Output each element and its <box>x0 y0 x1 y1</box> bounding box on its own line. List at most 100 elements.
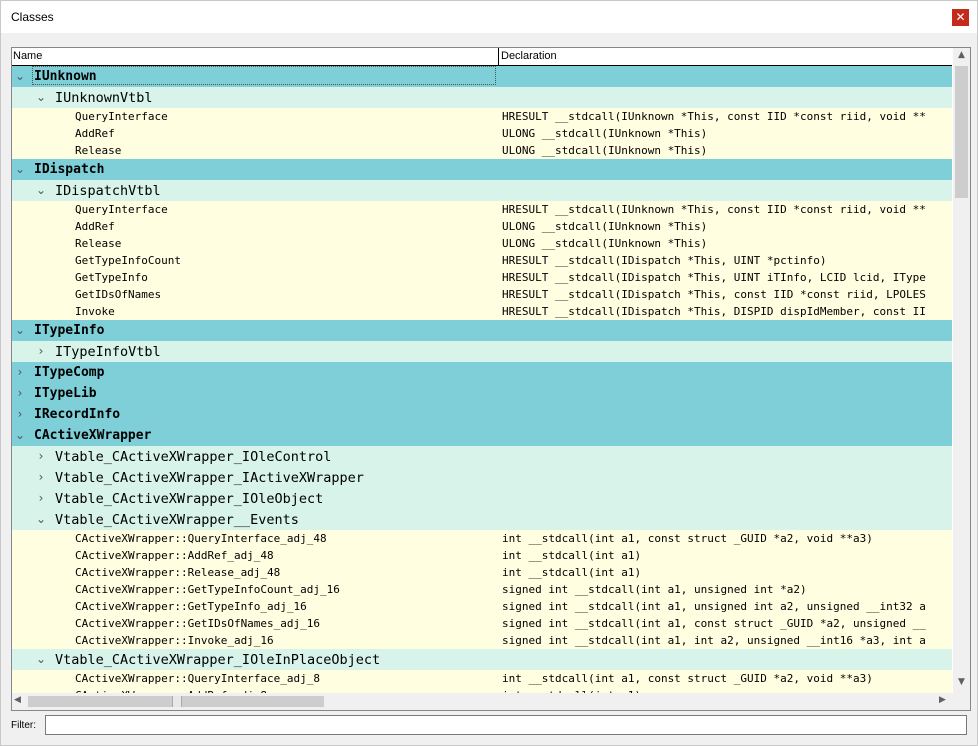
vtable-row[interactable]: ⌄ Vtable_CActiveXWrapper_IOleInPlaceObjec… <box>12 649 952 670</box>
chevron-down-icon[interactable]: ⌄ <box>35 90 47 104</box>
classes-tree[interactable]: Name Declaration ⌄ IUnknown ⌄ IUnknownVtbl Q… <box>11 47 971 711</box>
column-header-declaration[interactable]: Declaration <box>501 50 557 62</box>
row-name: Vtable_CActiveXWrapper_IActiveXWrapper <box>55 470 364 486</box>
vtable-row[interactable]: ⌄ Vtable_CActiveXWrapper__Events <box>12 509 952 530</box>
member-row[interactable]: CActiveXWrapper::AddRef_adj_48 int __stdc… <box>12 547 952 564</box>
vertical-scroll-thumb[interactable] <box>955 66 968 198</box>
chevron-down-icon[interactable]: ⌄ <box>14 69 26 83</box>
vtable-row[interactable]: › Vtable_CActiveXWrapper_IOleObject <box>12 488 952 509</box>
member-row[interactable]: CActiveXWrapper::GetTypeInfoCount_adj_16… <box>12 581 952 598</box>
class-row[interactable]: › IRecordInfo <box>12 404 952 425</box>
chevron-right-icon[interactable]: › <box>14 365 26 379</box>
member-row[interactable]: Release ULONG __stdcall(IUnknown *This) <box>12 142 952 159</box>
chevron-right-icon[interactable]: › <box>14 386 26 400</box>
row-name: CActiveXWrapper::GetTypeInfo_adj_16 <box>75 600 307 613</box>
row-name: CActiveXWrapper::QueryInterface_adj_48 <box>75 532 327 545</box>
chevron-right-icon[interactable]: › <box>35 344 47 358</box>
row-name: QueryInterface <box>75 203 168 216</box>
chevron-right-icon[interactable]: › <box>35 449 47 463</box>
scroll-right-icon[interactable]: ▶ <box>939 695 951 708</box>
horizontal-scrollbar[interactable]: ◀ ▶ <box>12 693 953 710</box>
row-name: GetTypeInfoCount <box>75 254 181 267</box>
row-name: IDispatchVtbl <box>55 183 161 199</box>
focus-outline <box>32 66 496 85</box>
row-name: CActiveXWrapper::GetIDsOfNames_adj_16 <box>75 617 321 630</box>
row-name: CActiveXWrapper::Invoke_adj_16 <box>75 634 274 647</box>
row-name: AddRef <box>75 220 115 233</box>
row-name: CActiveXWrapper::QueryInterface_adj_8 <box>75 672 321 685</box>
row-name: Release <box>75 144 122 157</box>
row-declaration: HRESULT __stdcall(IUnknown *This, const … <box>502 110 926 123</box>
row-declaration: HRESULT __stdcall(IDispatch *This, DISPI… <box>502 305 926 318</box>
chevron-down-icon[interactable]: ⌄ <box>35 183 47 197</box>
column-header: Name Declaration <box>12 48 952 66</box>
filter-input[interactable] <box>45 715 967 735</box>
chevron-down-icon[interactable]: ⌄ <box>14 323 26 337</box>
row-name: QueryInterface <box>75 110 168 123</box>
member-row[interactable]: GetTypeInfoCount HRESULT __stdcall(IDispa… <box>12 252 952 269</box>
row-name: CActiveXWrapper::AddRef_adj_48 <box>75 549 274 562</box>
member-row[interactable]: GetTypeInfo HRESULT __stdcall(IDispatch *… <box>12 269 952 286</box>
row-name: ITypeInfo <box>34 323 105 338</box>
tree-rows: ⌄ IUnknown ⌄ IUnknownVtbl QueryInterface HRES… <box>12 66 952 704</box>
member-row[interactable]: AddRef ULONG __stdcall(IUnknown *This) <box>12 125 952 142</box>
vtable-row[interactable]: ⌄ IUnknownVtbl <box>12 87 952 108</box>
chevron-down-icon[interactable]: ⌄ <box>35 512 47 526</box>
row-declaration: ULONG __stdcall(IUnknown *This) <box>502 220 708 233</box>
member-row[interactable]: CActiveXWrapper::QueryInterface_adj_8 int… <box>12 670 952 687</box>
vertical-scrollbar[interactable]: ▲ ▼ <box>953 48 970 693</box>
member-row[interactable]: Release ULONG __stdcall(IUnknown *This) <box>12 235 952 252</box>
scroll-up-icon[interactable]: ▲ <box>953 50 970 64</box>
vtable-row[interactable]: › Vtable_CActiveXWrapper_IOleControl <box>12 446 952 467</box>
vtable-row[interactable]: › ITypeInfoVtbl <box>12 341 952 362</box>
column-header-name[interactable]: Name <box>13 50 42 62</box>
row-declaration: HRESULT __stdcall(IDispatch *This, const… <box>502 288 926 301</box>
row-declaration: int __stdcall(int a1) <box>502 566 642 579</box>
row-name: ITypeLib <box>34 386 97 401</box>
vtable-row[interactable]: ⌄ IDispatchVtbl <box>12 180 952 201</box>
row-name: IRecordInfo <box>34 407 121 422</box>
row-name: IDispatch <box>34 162 105 177</box>
chevron-down-icon[interactable]: ⌄ <box>14 428 26 442</box>
filter-label: Filter: <box>11 720 36 731</box>
chevron-right-icon[interactable]: › <box>35 470 47 484</box>
scroll-down-icon[interactable]: ▼ <box>953 677 970 691</box>
vtable-row[interactable]: › Vtable_CActiveXWrapper_IActiveXWrapper <box>12 467 952 488</box>
chevron-down-icon[interactable]: ⌄ <box>14 162 26 176</box>
row-declaration: HRESULT __stdcall(IUnknown *This, const … <box>502 203 926 216</box>
member-row[interactable]: CActiveXWrapper::QueryInterface_adj_48 in… <box>12 530 952 547</box>
member-row[interactable]: CActiveXWrapper::GetTypeInfo_adj_16 signe… <box>12 598 952 615</box>
class-row[interactable]: ⌄ CActiveXWrapper <box>12 425 952 446</box>
class-row[interactable]: ⌄ ITypeInfo <box>12 320 952 341</box>
row-name: CActiveXWrapper::GetTypeInfoCount_adj_16 <box>75 583 340 596</box>
member-row[interactable]: AddRef ULONG __stdcall(IUnknown *This) <box>12 218 952 235</box>
scroll-left-icon[interactable]: ◀ <box>14 695 26 708</box>
member-row[interactable]: CActiveXWrapper::GetIDsOfNames_adj_16 sig… <box>12 615 952 632</box>
member-row[interactable]: QueryInterface HRESULT __stdcall(IUnknown… <box>12 201 952 218</box>
row-name: CActiveXWrapper <box>34 428 152 443</box>
member-row[interactable]: Invoke HRESULT __stdcall(IDispatch *This,… <box>12 303 952 320</box>
member-row[interactable]: GetIDsOfNames HRESULT __stdcall(IDispatch… <box>12 286 952 303</box>
classes-window: Classes ✕ Name Declaration ⌄ IUnknown ⌄ IUn… <box>0 0 978 746</box>
row-declaration: int __stdcall(int a1) <box>502 549 642 562</box>
column-separator[interactable] <box>498 48 499 65</box>
class-row[interactable]: ⌄ IDispatch <box>12 159 952 180</box>
row-declaration: ULONG __stdcall(IUnknown *This) <box>502 144 708 157</box>
chevron-down-icon[interactable]: ⌄ <box>35 652 47 666</box>
row-name: Invoke <box>75 305 115 318</box>
chevron-right-icon[interactable]: › <box>14 407 26 421</box>
member-row[interactable]: CActiveXWrapper::Invoke_adj_16 signed int… <box>12 632 952 649</box>
row-declaration: signed int __stdcall(int a1, const struc… <box>502 617 926 630</box>
row-name: Vtable_CActiveXWrapper_IOleObject <box>55 491 324 507</box>
member-row[interactable]: CActiveXWrapper::Release_adj_48 int __std… <box>12 564 952 581</box>
class-row[interactable]: › ITypeComp <box>12 362 952 383</box>
class-row[interactable]: › ITypeLib <box>12 383 952 404</box>
row-declaration: signed int __stdcall(int a1, int a2, uns… <box>502 634 926 647</box>
row-name: AddRef <box>75 127 115 140</box>
row-name: Vtable_CActiveXWrapper__Events <box>55 512 299 528</box>
close-icon[interactable]: ✕ <box>952 9 969 26</box>
row-name: GetIDsOfNames <box>75 288 162 301</box>
member-row[interactable]: QueryInterface HRESULT __stdcall(IUnknown… <box>12 108 952 125</box>
chevron-right-icon[interactable]: › <box>35 491 47 505</box>
class-row[interactable]: ⌄ IUnknown <box>12 66 952 87</box>
